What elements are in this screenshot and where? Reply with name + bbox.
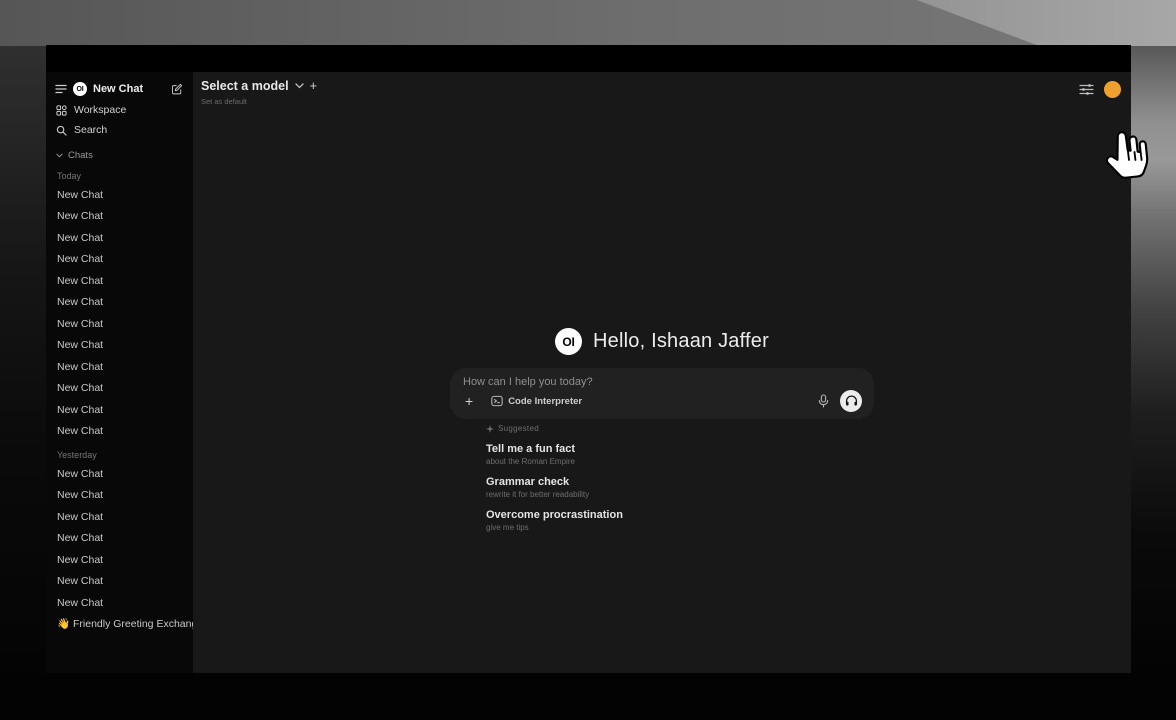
sidebar: OI New Chat Workspace Searc <box>46 72 193 673</box>
workspace-grid-icon <box>56 105 67 116</box>
chevron-down-icon <box>56 153 63 158</box>
chat-list-item[interactable]: New Chat <box>46 528 193 550</box>
chat-list-item[interactable]: New Chat <box>46 335 193 357</box>
chat-list-item[interactable]: New Chat <box>46 592 193 614</box>
suggestion-item[interactable]: Overcome procrastination give me tips <box>486 509 874 532</box>
suggestion-title: Overcome procrastination <box>486 509 874 521</box>
chat-list-item[interactable]: New Chat <box>46 249 193 271</box>
sparkle-icon <box>486 425 494 433</box>
suggested-section: Suggested Tell me a fun fact about the R… <box>450 424 874 532</box>
code-interpreter-chip[interactable]: Code Interpreter <box>491 395 582 407</box>
sidebar-item-label: Workspace <box>74 104 126 116</box>
user-avatar[interactable] <box>1104 81 1121 98</box>
model-selector[interactable]: Select a model <box>201 79 289 93</box>
sidebar-item-workspace[interactable]: Workspace <box>46 100 193 120</box>
desktop-stage: OI New Chat Workspace Searc <box>0 0 1176 720</box>
chat-list-item[interactable]: New Chat <box>46 313 193 335</box>
sidebar-toggle-icon[interactable] <box>55 84 67 94</box>
suggested-label: Suggested <box>498 424 539 433</box>
search-icon <box>56 125 67 136</box>
chat-group-label-yesterday: Yesterday <box>46 442 193 463</box>
greeting-text: Hello, Ishaan Jaffer <box>593 330 769 353</box>
chats-section-header[interactable]: Chats <box>46 140 193 163</box>
chat-list-item[interactable]: New Chat <box>46 206 193 228</box>
chat-list-item[interactable]: New Chat <box>46 270 193 292</box>
main-area: Select a model + Set as default <box>193 72 1131 673</box>
app-window: OI New Chat Workspace Searc <box>46 45 1131 673</box>
app-logo: OI <box>73 82 87 96</box>
attach-button[interactable]: + <box>463 395 475 407</box>
controls-sliders-icon[interactable] <box>1079 84 1094 95</box>
chat-list-today: New ChatNew ChatNew ChatNew ChatNew Chat… <box>46 184 193 442</box>
chat-list-item[interactable]: New Chat <box>46 506 193 528</box>
chat-list-item[interactable]: New Chat <box>46 378 193 400</box>
suggestion-subtitle: rewrite it for better readability <box>486 490 874 499</box>
chats-section-label: Chats <box>68 150 93 161</box>
chat-group-label-today: Today <box>46 163 193 184</box>
app-logo: OI <box>555 328 582 355</box>
add-model-button[interactable]: + <box>310 81 318 91</box>
chat-list-item[interactable]: New Chat <box>46 399 193 421</box>
chat-list-item[interactable]: New Chat <box>46 549 193 571</box>
sidebar-title: New Chat <box>93 83 165 95</box>
chat-list-item[interactable]: New Chat <box>46 421 193 443</box>
message-input[interactable] <box>463 376 862 388</box>
desktop-background-right <box>1131 46 1176 674</box>
chat-list-item[interactable]: New Chat <box>46 184 193 206</box>
suggestion-item[interactable]: Grammar check rewrite it for better read… <box>486 476 874 499</box>
voice-call-button[interactable] <box>840 390 862 412</box>
chat-list-item[interactable]: New Chat <box>46 463 193 485</box>
chat-list-yesterday: New ChatNew ChatNew ChatNew ChatNew Chat… <box>46 463 193 635</box>
suggestion-title: Grammar check <box>486 476 874 488</box>
chevron-down-icon[interactable] <box>295 83 304 89</box>
code-interpreter-icon <box>491 395 503 407</box>
chat-list-item[interactable]: New Chat <box>46 356 193 378</box>
chat-list-item[interactable]: New Chat <box>46 292 193 314</box>
chat-list-item[interactable]: New Chat <box>46 227 193 249</box>
greeting-block: OI Hello, Ishaan Jaffer <box>193 328 1131 355</box>
new-chat-icon[interactable] <box>171 83 183 95</box>
code-interpreter-label: Code Interpreter <box>508 396 582 407</box>
message-composer[interactable]: + Code Interpreter <box>450 368 874 419</box>
set-as-default-button[interactable]: Set as default <box>201 97 317 106</box>
chat-list-item[interactable]: New Chat <box>46 485 193 507</box>
suggestion-subtitle: give me tips <box>486 523 874 532</box>
sidebar-item-search[interactable]: Search <box>46 120 193 140</box>
suggestion-title: Tell me a fun fact <box>486 443 874 455</box>
chat-list-item[interactable]: New Chat <box>46 571 193 593</box>
desktop-background-left <box>0 46 46 674</box>
suggestion-list: Tell me a fun fact about the Roman Empir… <box>486 443 874 532</box>
suggestion-subtitle: about the Roman Empire <box>486 457 874 466</box>
suggestion-item[interactable]: Tell me a fun fact about the Roman Empir… <box>486 443 874 466</box>
sidebar-item-label: Search <box>74 124 107 136</box>
chat-list-item[interactable]: 👋 Friendly Greeting Exchange <box>46 614 193 636</box>
microphone-button[interactable] <box>818 394 829 408</box>
window-top-strip <box>46 45 1131 72</box>
